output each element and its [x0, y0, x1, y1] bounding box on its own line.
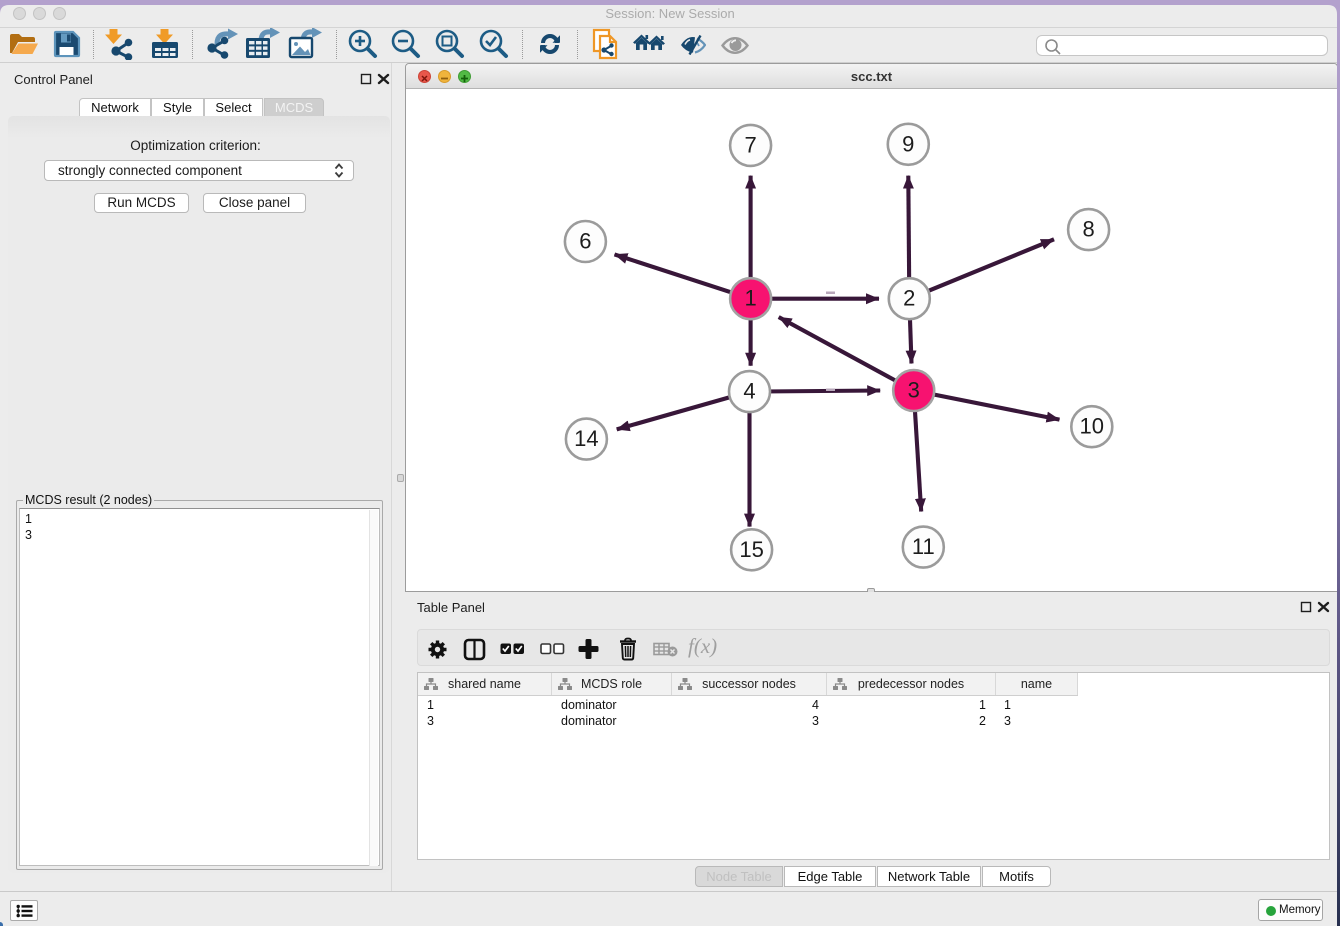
svg-text:9: 9 [902, 131, 914, 156]
svg-text:7: 7 [744, 132, 756, 157]
svg-text:8: 8 [1082, 217, 1094, 242]
svg-text:4: 4 [743, 379, 755, 404]
svg-text:14: 14 [574, 426, 598, 451]
svg-text:2: 2 [903, 286, 915, 311]
svg-text:3: 3 [908, 378, 920, 403]
svg-text:11: 11 [912, 534, 935, 559]
svg-text:1: 1 [744, 286, 756, 311]
svg-text:6: 6 [579, 229, 591, 254]
svg-text:15: 15 [739, 537, 763, 562]
svg-text:10: 10 [1080, 414, 1104, 439]
